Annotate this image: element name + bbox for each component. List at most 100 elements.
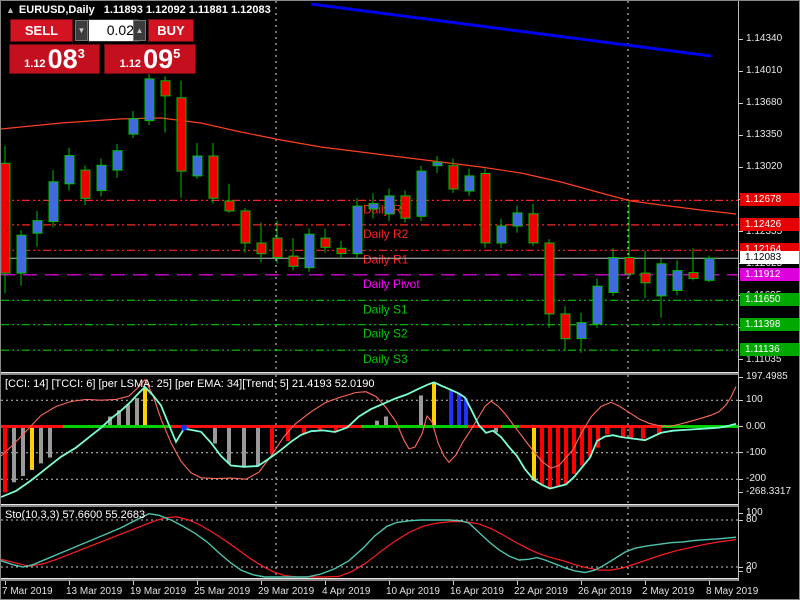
cci-tick-mark <box>739 479 743 480</box>
date-tick-mark <box>581 581 582 585</box>
price-badge: 1.11136 <box>740 343 800 356</box>
sto-tick-mark <box>739 567 743 568</box>
window-triangle-icon: ▲ <box>6 5 15 15</box>
date-label: 13 Mar 2019 <box>66 586 122 597</box>
price-tick-label: 1.13680 <box>746 97 782 108</box>
cci-tick-mark <box>739 452 743 453</box>
volume-decrease-button[interactable]: ▼ <box>75 20 88 41</box>
candle-body <box>545 243 554 314</box>
chart-title: ▲ EURUSD,Daily 1.11893 1.12092 1.11881 1.1… <box>6 4 271 16</box>
cci-indicator-label: [CCI: 14] [TCCI: 6] [per LSMA: 25] [per … <box>5 378 375 390</box>
date-label: 7 Mar 2019 <box>2 586 53 597</box>
cci-axis-label: -100 <box>746 447 766 458</box>
price-badge: 1.11398 <box>740 318 800 331</box>
candle-body <box>177 98 186 171</box>
price-tick-mark <box>739 39 743 40</box>
symbol-timeframe-label: EURUSD,Daily <box>19 4 95 16</box>
candle-body <box>705 258 714 280</box>
candle-body <box>113 151 122 170</box>
candle-body <box>401 196 410 218</box>
candle-body <box>449 166 458 189</box>
price-tick-label: 1.14340 <box>746 33 782 44</box>
date-label: 19 Mar 2019 <box>130 586 186 597</box>
price-axis[interactable]: 1.143401.140101.136801.133501.130201.126… <box>738 1 800 581</box>
trend-line[interactable] <box>311 4 711 56</box>
sto-axis-label: 0 <box>746 565 752 576</box>
price-tick-label: 1.14010 <box>746 65 782 76</box>
buy-price-main: 09 <box>143 47 173 72</box>
sto-tick-mark <box>739 513 743 514</box>
candle-body <box>609 258 618 293</box>
date-label: 26 Apr 2019 <box>578 586 632 597</box>
volume-increase-button[interactable]: ▲ <box>133 20 146 41</box>
cci-axis-label: -268.3317 <box>746 486 791 497</box>
candle-body <box>321 238 330 247</box>
sell-price-button[interactable]: 1.12083 <box>9 44 100 74</box>
buy-price-prefix: 1.12 <box>120 58 141 70</box>
date-label: 16 Apr 2019 <box>450 586 504 597</box>
price-badge: 1.12426 <box>740 218 800 231</box>
pivot-label: Daily S2 <box>363 327 408 341</box>
candle-body <box>433 162 442 165</box>
candle-body <box>529 214 538 243</box>
candle-body <box>129 119 138 135</box>
cci-axis-label: 197.4985 <box>746 371 788 382</box>
cci-chart-canvas[interactable] <box>1 375 738 504</box>
price-tick-mark <box>739 135 743 136</box>
candle-body <box>385 196 394 214</box>
cci-axis-label: -200 <box>746 473 766 484</box>
candle-body <box>161 81 170 96</box>
sell-price-sup: 3 <box>78 46 85 61</box>
sell-price-main: 08 <box>48 47 78 72</box>
one-click-trading-widget: SELL ▼ 0.02 ▲ BUY 1.12083 1.12095 <box>9 18 195 71</box>
date-label: 29 Mar 2019 <box>258 586 314 597</box>
date-tick-mark <box>69 581 70 585</box>
cci-signal-dot <box>181 425 187 431</box>
cci-indicator-panel <box>1 375 738 504</box>
date-tick-mark <box>389 581 390 585</box>
cci-tick-mark <box>739 377 743 378</box>
date-label: 10 Apr 2019 <box>386 586 440 597</box>
buy-price-button[interactable]: 1.12095 <box>104 44 196 74</box>
price-badge: 1.12083 <box>740 251 800 264</box>
date-tick-mark <box>197 581 198 585</box>
candle-body <box>625 258 634 275</box>
sto-tick-mark <box>739 571 743 572</box>
pivot-label: Daily R2 <box>363 227 409 241</box>
candle-body <box>225 201 234 211</box>
candle-body <box>657 264 666 296</box>
price-badge: 1.12678 <box>740 193 800 206</box>
moving-average-line <box>1 118 736 214</box>
ohlc-values: 1.11893 1.12092 1.11881 1.12083 <box>104 4 271 16</box>
candle-body <box>241 211 250 243</box>
candle-body <box>561 314 570 339</box>
candle-body <box>145 79 154 121</box>
candle-body <box>273 238 282 257</box>
buy-button[interactable]: BUY <box>148 19 194 42</box>
chart-window: Daily R3Daily R2Daily R1Daily PivotDaily… <box>0 0 800 600</box>
date-tick-mark <box>261 581 262 585</box>
date-tick-mark <box>5 581 6 585</box>
sto-tick-mark <box>739 520 743 521</box>
price-badge: 1.11650 <box>740 293 800 306</box>
price-badge: 1.11912 <box>740 268 800 281</box>
stochastic-indicator-label: Sto(10,3,3) 57.6600 55.2683 <box>5 509 145 521</box>
arrow-up-icon: ▲ <box>136 26 144 35</box>
candle-body <box>1 163 10 273</box>
candle-body <box>97 165 106 190</box>
candle-body <box>337 248 346 253</box>
candle-body <box>289 256 298 266</box>
candle-body <box>689 273 698 279</box>
candle-body <box>257 243 266 254</box>
candle-body <box>81 170 90 198</box>
cci-axis-label: 100 <box>746 394 763 405</box>
cci-tick-mark <box>739 426 743 427</box>
sell-button[interactable]: SELL <box>10 19 73 42</box>
volume-input[interactable]: 0.02 <box>88 19 139 42</box>
main-chart-panel: Daily R3Daily R2Daily R1Daily PivotDaily… <box>1 1 738 372</box>
candle-body <box>465 176 474 191</box>
cci-axis-label: 0.00 <box>746 421 765 432</box>
candle-body <box>497 226 506 243</box>
time-axis[interactable]: 7 Mar 201913 Mar 201919 Mar 201925 Mar 2… <box>1 581 800 600</box>
date-label: 4 Apr 2019 <box>322 586 370 597</box>
